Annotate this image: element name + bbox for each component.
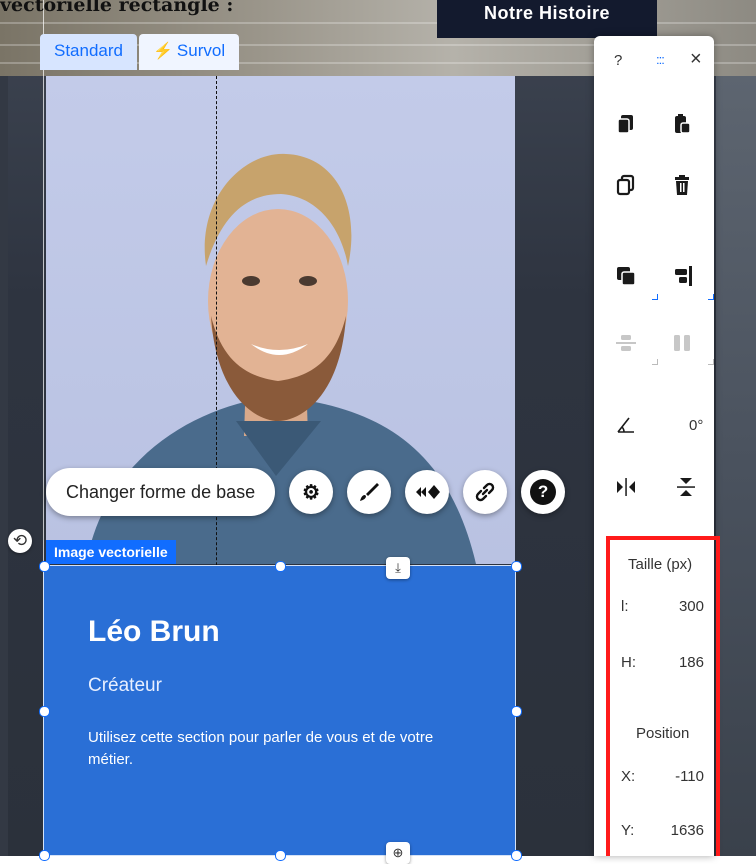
gear-icon[interactable]: ⚙ — [289, 470, 334, 514]
align-more-indicator — [708, 294, 714, 300]
download-icon[interactable]: ⤓ — [386, 557, 410, 579]
selection-label: Image vectorielle — [46, 540, 176, 564]
arrange-icon[interactable] — [611, 261, 641, 291]
paste-icon[interactable] — [667, 109, 697, 139]
lightning-icon: ⚡ — [153, 43, 173, 60]
resize-handle-right[interactable] — [511, 706, 522, 717]
tab-standard[interactable]: Standard — [40, 34, 137, 70]
align-icon[interactable] — [667, 261, 697, 291]
close-icon[interactable]: × — [690, 48, 702, 71]
help-icon[interactable]: ? — [521, 470, 566, 514]
flip-vertical-icon[interactable] — [671, 472, 701, 502]
rotate-handle-icon[interactable]: ⟲ — [8, 529, 32, 553]
arrange-more-indicator — [652, 294, 658, 300]
match-size-more-indicator — [708, 359, 714, 365]
tab-standard-label: Standard — [54, 41, 123, 60]
canvas-left-edge — [0, 76, 8, 856]
panel-header: ? ::: × — [594, 36, 714, 82]
flip-horizontal-icon[interactable] — [611, 472, 641, 502]
duplicate-icon[interactable] — [611, 170, 641, 200]
tab-survol[interactable]: ⚡ Survol — [139, 34, 240, 70]
animation-icon[interactable] — [405, 470, 450, 514]
resize-handle-top-left[interactable] — [39, 561, 50, 572]
card-name[interactable]: Léo Brun — [88, 615, 220, 649]
card-description[interactable]: Utilisez cette section pour parler de vo… — [88, 727, 478, 771]
match-size-icon — [667, 328, 697, 358]
rotate-angle-icon[interactable] — [611, 409, 641, 439]
brush-icon[interactable] — [347, 470, 392, 514]
distribute-icon — [611, 328, 641, 358]
canvas-right-edge — [716, 76, 756, 856]
resize-handle-left[interactable] — [39, 706, 50, 717]
stretch-icon[interactable]: ⊕ — [386, 842, 410, 864]
resize-handle-top-right[interactable] — [511, 561, 522, 572]
notre-histoire-button[interactable]: Notre Histoire — [437, 0, 657, 38]
vector-rectangle[interactable]: Léo Brun Créateur Utilisez cette section… — [43, 565, 516, 856]
card-role[interactable]: Créateur — [88, 675, 162, 697]
editor-canvas: Notre Histoire Standard ⚡ Survol Léo Brun… — [0, 0, 756, 864]
rotation-value[interactable]: 0° — [689, 417, 703, 434]
highlight-box — [606, 536, 720, 856]
grip-icon[interactable]: ::: — [656, 52, 665, 67]
copy-icon[interactable] — [611, 109, 641, 139]
change-shape-button[interactable]: Changer forme de base — [46, 468, 276, 516]
resize-handle-top[interactable] — [275, 561, 286, 572]
distribute-more-indicator — [652, 359, 658, 365]
delete-icon[interactable] — [667, 170, 697, 200]
link-icon[interactable] — [463, 470, 508, 514]
mode-tabs: Standard ⚡ Survol — [40, 34, 240, 70]
tab-survol-label: Survol — [176, 41, 226, 60]
floating-toolbar: Changer forme de base ⚙ ? — [46, 468, 566, 516]
caption-text: vectorielle rectangle : — [0, 0, 234, 16]
panel-help-icon[interactable]: ? — [614, 52, 622, 69]
